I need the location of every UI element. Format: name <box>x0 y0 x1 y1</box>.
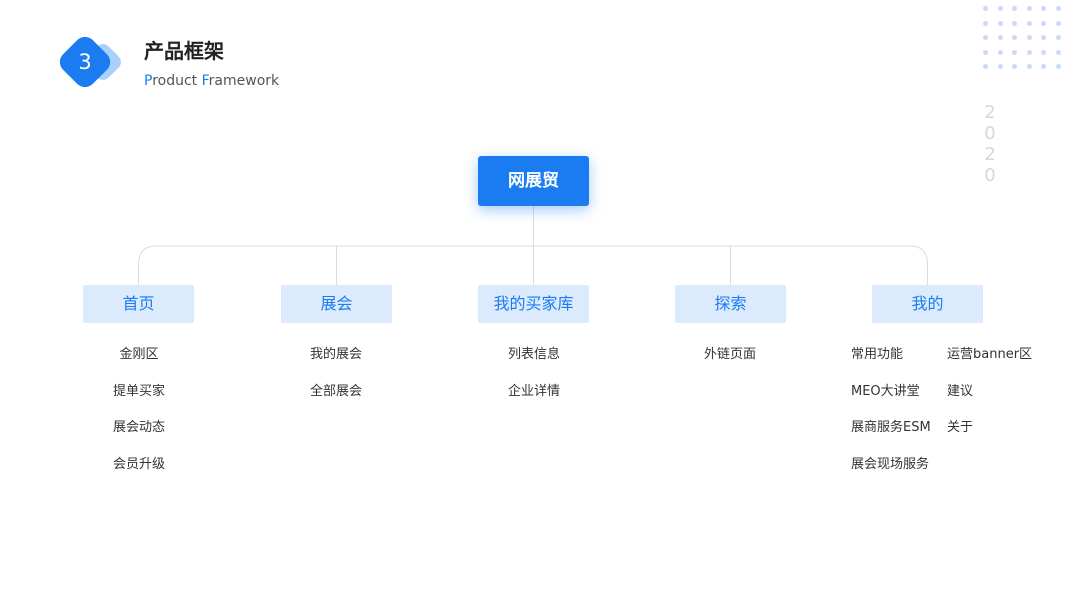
leaf-item: 提单买家 <box>112 384 165 399</box>
decorative-dot <box>1026 64 1032 70</box>
decorative-dot <box>1026 49 1032 55</box>
leaf-item: 展会现场服务 <box>851 457 930 472</box>
leaf-item: 企业详情 <box>507 384 560 399</box>
decorative-dot <box>1056 49 1061 55</box>
decorative-dot <box>997 49 1003 55</box>
decorative-dot <box>1041 64 1047 70</box>
page-title: 产品框架 <box>144 39 224 63</box>
leaf-item: 全部展会 <box>309 384 362 399</box>
year-digit: 0 <box>984 165 996 186</box>
category-mine: 我的 <box>872 285 983 323</box>
decorative-dot <box>1026 6 1032 11</box>
decorative-dot <box>983 64 988 70</box>
category-exhibition: 展会 <box>281 285 392 323</box>
page-subtitle: Product Framework <box>144 73 279 89</box>
decorative-dot <box>983 6 988 11</box>
leaf-item: 展会动态 <box>112 420 165 435</box>
section-number: 3 <box>78 50 92 74</box>
decorative-dot <box>1056 64 1061 70</box>
leaf-item: 展商服务ESM <box>851 420 931 435</box>
leaf-item: 运营banner区 <box>947 347 1033 362</box>
decorative-dot <box>983 49 988 55</box>
subtitle-f-initial: F <box>201 73 209 89</box>
subtitle-p-rest: roduct <box>152 73 202 89</box>
leaf-item: 建议 <box>947 384 974 399</box>
leaf-item: MEO大讲堂 <box>851 384 920 399</box>
leaf-item: 会员升级 <box>112 457 165 472</box>
decorative-dot <box>1041 49 1047 55</box>
subtitle-f-rest: ramework <box>208 73 280 89</box>
decorative-dot <box>1026 35 1032 41</box>
decorative-dot <box>1041 6 1047 11</box>
decorative-dot <box>997 64 1003 70</box>
decorative-dot <box>1012 20 1018 26</box>
decorative-dot <box>1041 35 1047 41</box>
year-digit: 2 <box>984 102 996 123</box>
decorative-dot-grid <box>983 6 1063 72</box>
decorative-dot <box>1012 6 1018 11</box>
decorative-dot <box>1056 20 1061 26</box>
year-digit: 2 <box>984 144 996 165</box>
decorative-dot <box>997 20 1003 26</box>
decorative-dot <box>1041 20 1047 26</box>
decorative-dot <box>1012 64 1018 70</box>
category-explore: 探索 <box>675 285 786 323</box>
vertical-year: 2 0 2 0 <box>982 102 998 186</box>
category-home: 首页 <box>83 285 194 323</box>
year-digit: 0 <box>984 123 996 144</box>
leaf-item: 关于 <box>947 420 974 435</box>
decorative-dot <box>1056 6 1061 11</box>
leaf-item: 金刚区 <box>119 347 159 362</box>
decorative-dot <box>1012 35 1018 41</box>
decorative-dot <box>1026 20 1032 26</box>
decorative-dot <box>997 6 1003 11</box>
leaf-item: 常用功能 <box>851 347 904 362</box>
leaf-item: 列表信息 <box>507 347 560 362</box>
decorative-dot <box>1012 49 1018 55</box>
decorative-dot <box>983 35 988 41</box>
subtitle-p-initial: P <box>144 73 153 89</box>
decorative-dot <box>983 20 988 26</box>
leaf-item: 我的展会 <box>309 347 362 362</box>
decorative-dot <box>1056 35 1061 41</box>
leaf-item: 外链页面 <box>703 347 756 362</box>
decorative-dot <box>997 35 1003 41</box>
category-buyer-library: 我的买家库 <box>478 285 589 323</box>
root-node: 网展贸 <box>478 156 589 206</box>
connector-horizontal-bar <box>138 245 928 285</box>
